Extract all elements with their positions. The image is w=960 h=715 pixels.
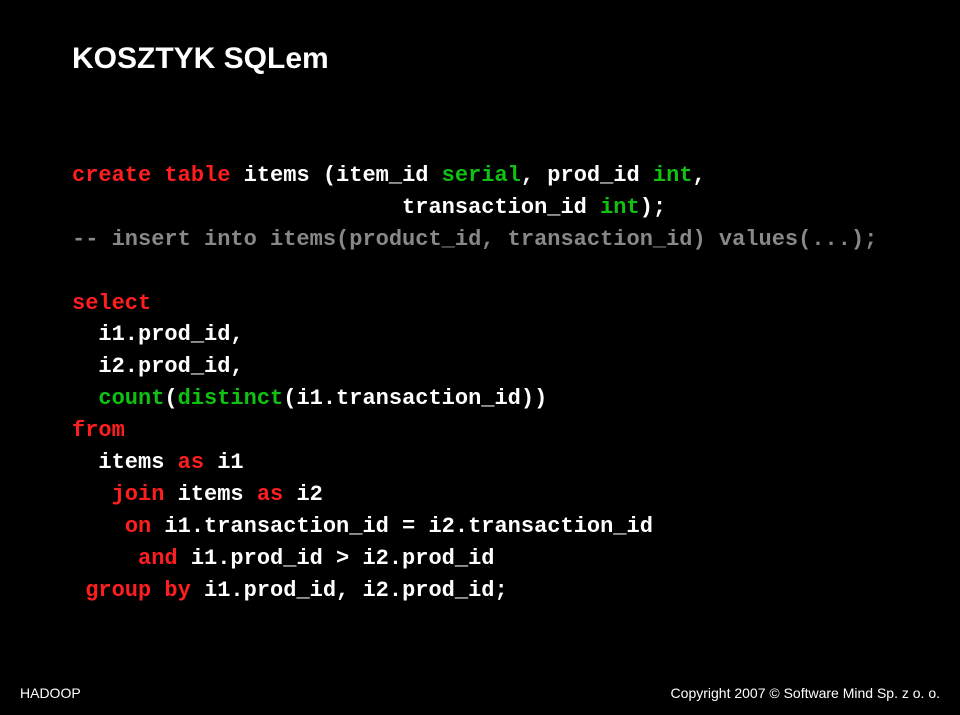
code-text: i1.prod_id, i2.prod_id;: [191, 578, 508, 603]
code-block: create table items (item_id serial, prod…: [72, 160, 900, 606]
kw-and: and: [138, 546, 178, 571]
code-text: [72, 578, 85, 603]
code-text: i1.prod_id > i2.prod_id: [178, 546, 495, 571]
code-text: items (item_id: [230, 163, 441, 188]
code-text: items: [72, 450, 178, 475]
code-text: ,: [693, 163, 706, 188]
kw-create: create: [72, 163, 151, 188]
kw-by: by: [164, 578, 190, 603]
comment-line: -- insert into items(product_id, transac…: [72, 227, 877, 252]
code-text: i2.prod_id,: [72, 354, 244, 379]
type-int: int: [600, 195, 640, 220]
code-text: i1: [204, 450, 244, 475]
code-text: [72, 514, 125, 539]
kw-from: from: [72, 418, 125, 443]
kw-as: as: [178, 450, 204, 475]
type-int: int: [653, 163, 693, 188]
kw-on: on: [125, 514, 151, 539]
code-text: , prod_id: [521, 163, 653, 188]
code-text: [72, 386, 98, 411]
code-text: i1.transaction_id = i2.transaction_id: [151, 514, 653, 539]
kw-table: table: [164, 163, 230, 188]
code-text: i1.prod_id,: [72, 322, 244, 347]
code-text: transaction_id: [72, 195, 600, 220]
footer-right: Copyright 2007 © Software Mind Sp. z o. …: [671, 685, 940, 701]
footer-left: HADOOP: [20, 685, 81, 701]
code-text: [72, 482, 112, 507]
kw-join: join: [112, 482, 165, 507]
code-text: (i1.transaction_id)): [283, 386, 547, 411]
code-text: [72, 546, 138, 571]
fn-distinct: distinct: [178, 386, 284, 411]
code-text: (: [164, 386, 177, 411]
type-serial: serial: [442, 163, 521, 188]
code-text: items: [164, 482, 256, 507]
code-text: i2: [283, 482, 323, 507]
kw-group: group: [85, 578, 151, 603]
kw-select: select: [72, 291, 151, 316]
kw-as: as: [257, 482, 283, 507]
fn-count: count: [98, 386, 164, 411]
slide-title: KOSZTYK SQLem: [72, 42, 329, 76]
slide: KOSZTYK SQLem create table items (item_i…: [0, 0, 960, 715]
code-text: );: [640, 195, 666, 220]
